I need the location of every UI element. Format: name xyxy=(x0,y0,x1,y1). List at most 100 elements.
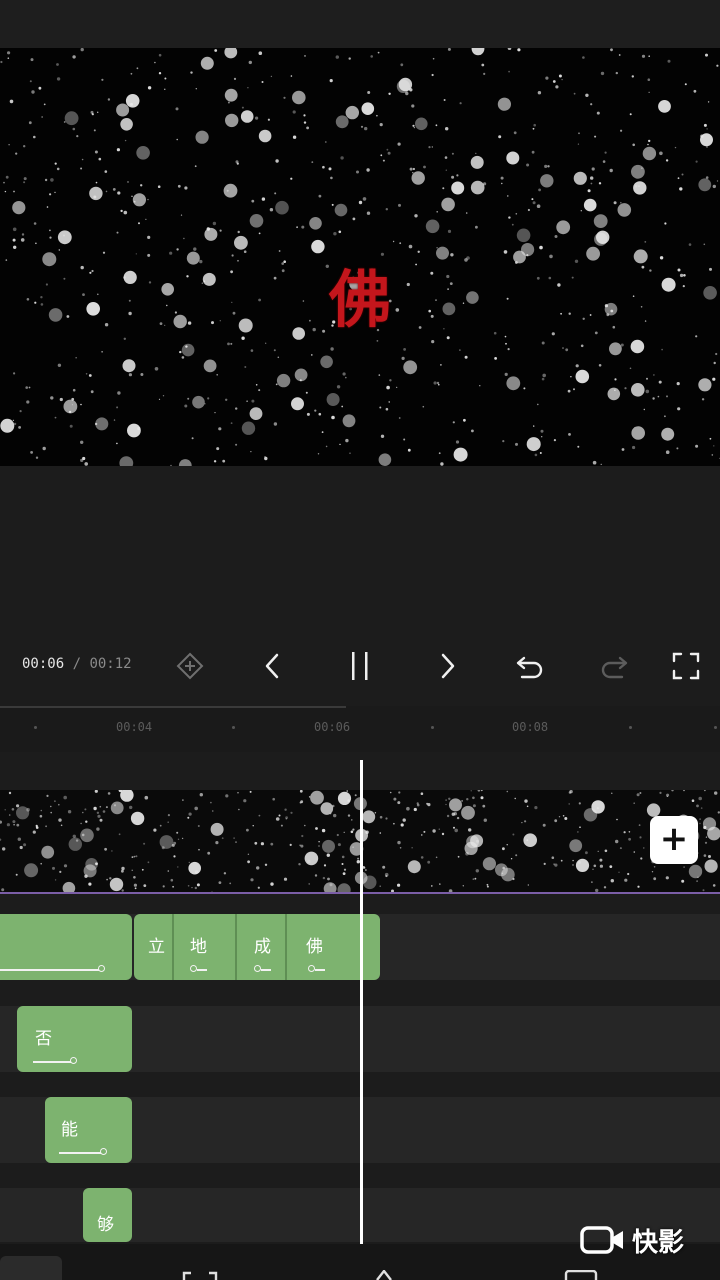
snow-particle xyxy=(299,379,302,382)
snow-particle xyxy=(644,241,647,243)
snow-particle xyxy=(45,825,47,828)
snow-particle xyxy=(148,281,152,284)
snow-particle xyxy=(600,71,605,76)
snow-particle xyxy=(704,859,718,873)
snow-particle xyxy=(207,851,211,855)
snow-particle xyxy=(64,111,79,126)
snow-particle xyxy=(534,453,538,457)
snow-particle xyxy=(366,211,371,215)
caption-clip-group[interactable]: 立 地 成 佛 xyxy=(134,914,380,980)
snow-particle xyxy=(3,181,5,184)
redo-button[interactable] xyxy=(594,646,634,686)
snow-particle xyxy=(512,833,515,836)
snow-particle xyxy=(683,866,685,868)
snow-particle xyxy=(379,123,383,127)
snow-particle xyxy=(191,437,194,440)
snow-particle xyxy=(636,793,640,797)
snow-particle xyxy=(695,335,698,338)
bottom-tab[interactable] xyxy=(0,1256,62,1280)
add-clip-button[interactable]: + xyxy=(650,816,698,864)
snow-particle xyxy=(611,792,613,794)
timeline-ruler[interactable]: 00:04 00:06 00:08 xyxy=(0,706,720,752)
caption-clip[interactable]: 够 xyxy=(83,1188,132,1242)
snow-particle xyxy=(486,883,489,886)
undo-button[interactable] xyxy=(510,646,550,686)
snow-particle xyxy=(59,870,62,873)
snow-particle xyxy=(244,366,247,368)
snow-particle xyxy=(147,86,152,90)
next-frame-button[interactable] xyxy=(428,646,468,686)
snow-particle xyxy=(283,260,287,263)
snow-particle xyxy=(308,883,311,885)
snow-particle xyxy=(586,246,600,261)
caption-clip[interactable] xyxy=(0,914,132,980)
snow-particle xyxy=(609,865,613,868)
snow-particle xyxy=(8,814,11,816)
snow-particle xyxy=(12,227,17,232)
sticker-icon[interactable] xyxy=(564,1270,598,1280)
snow-particle xyxy=(8,791,12,795)
snow-particle xyxy=(479,385,481,387)
caption-clip[interactable]: 能 xyxy=(45,1097,132,1163)
fullscreen-button[interactable] xyxy=(666,646,706,686)
snow-particle xyxy=(517,48,521,52)
snow-particle xyxy=(464,355,468,359)
snow-particle xyxy=(400,63,404,67)
caption-handle[interactable] xyxy=(70,1057,77,1064)
snow-particle xyxy=(306,412,310,416)
snow-particle xyxy=(629,113,632,116)
snow-particle xyxy=(314,409,317,412)
previous-frame-button[interactable] xyxy=(252,646,292,686)
snow-particle xyxy=(237,259,239,262)
snow-particle xyxy=(277,356,280,359)
snow-particle xyxy=(541,377,545,381)
snow-particle xyxy=(640,857,643,860)
snow-particle xyxy=(577,445,580,448)
snow-particle xyxy=(513,131,517,135)
caption-handle[interactable] xyxy=(254,965,261,972)
snow-particle xyxy=(587,189,591,193)
caption-clip[interactable]: 否 xyxy=(17,1006,132,1072)
snow-particle xyxy=(483,72,486,75)
snow-particle xyxy=(513,250,526,264)
snow-particle xyxy=(430,314,434,318)
snow-particle xyxy=(126,423,141,438)
snow-particle xyxy=(508,70,510,73)
snow-particle xyxy=(637,885,640,888)
snow-particle xyxy=(379,815,383,819)
video-preview[interactable]: 佛 xyxy=(0,48,720,466)
snow-particle xyxy=(705,53,708,57)
keyframe-button[interactable] xyxy=(170,646,210,686)
caption-handle[interactable] xyxy=(100,1148,107,1155)
snow-particle xyxy=(481,63,485,67)
snow-particle xyxy=(407,860,421,874)
playhead[interactable] xyxy=(360,760,363,1244)
snow-particle xyxy=(71,397,75,401)
snow-particle xyxy=(50,396,54,400)
caption-handle[interactable] xyxy=(98,965,105,972)
pause-button[interactable] xyxy=(340,646,380,686)
caption-handle[interactable] xyxy=(190,965,197,972)
snow-particle xyxy=(618,871,620,873)
snow-particle xyxy=(352,828,355,831)
snow-particle xyxy=(132,193,146,207)
snow-particle xyxy=(191,887,193,889)
snow-particle xyxy=(471,429,474,433)
snow-particle xyxy=(63,864,68,868)
crop-icon[interactable] xyxy=(182,1270,218,1280)
snow-particle xyxy=(167,814,170,817)
snow-particle xyxy=(415,263,417,266)
snow-particle xyxy=(511,223,514,226)
text-icon[interactable] xyxy=(370,1270,398,1280)
snow-particle xyxy=(540,174,554,188)
snow-particle xyxy=(585,851,588,855)
snow-particle xyxy=(278,814,281,817)
snow-particle xyxy=(117,191,121,195)
caption-handle[interactable] xyxy=(308,965,315,972)
snow-particle xyxy=(486,885,489,888)
snow-particle xyxy=(475,869,479,873)
snow-particle xyxy=(330,347,334,351)
snow-particle xyxy=(56,63,59,66)
snow-particle xyxy=(432,57,435,60)
snow-particle xyxy=(82,811,84,814)
